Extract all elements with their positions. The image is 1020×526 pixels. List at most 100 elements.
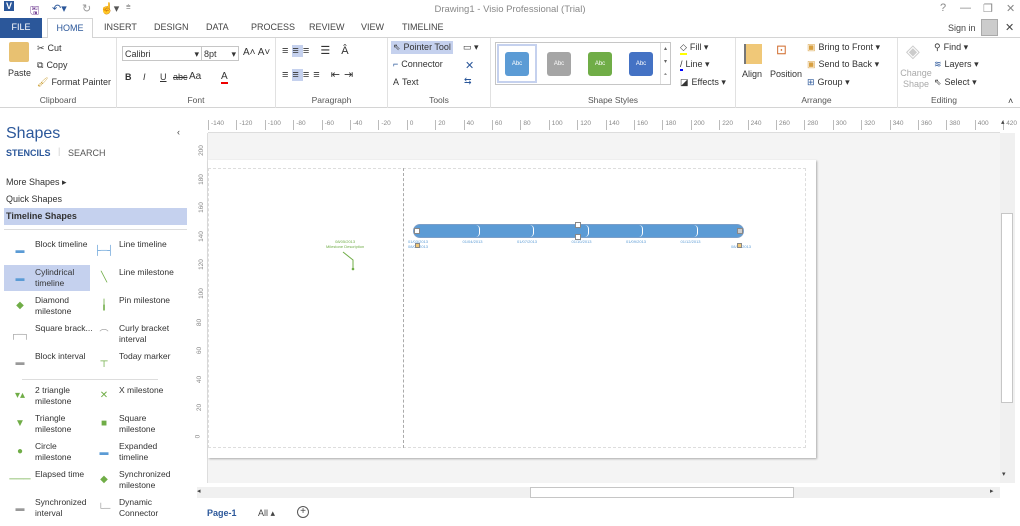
style-swatch[interactable]: Abc <box>505 52 529 76</box>
paste-button[interactable]: Paste <box>8 68 31 78</box>
effects-button[interactable]: Effects <box>692 77 719 87</box>
shape-item[interactable]: ◆ Diamond milestone <box>4 293 90 319</box>
help-button[interactable]: ? <box>940 2 946 14</box>
collapse-panel-icon[interactable]: ‹ <box>177 127 180 137</box>
stencils-tab[interactable]: STENCILS <box>6 148 51 158</box>
close-document-icon[interactable]: ✕ <box>1005 21 1014 34</box>
scroll-left-icon[interactable]: ◂ <box>197 487 201 495</box>
change-shape-button[interactable]: Change Shape <box>900 68 932 90</box>
style-swatch[interactable]: Abc <box>629 52 653 76</box>
scroll-down-icon[interactable]: ▾ <box>1002 470 1006 478</box>
shape-item[interactable]: ▾▴ 2 triangle milestone <box>4 383 90 409</box>
quick-styles-gallery[interactable]: Abc Abc Abc Abc ▴ ▾ ⩡ <box>495 42 671 85</box>
shape-item[interactable]: ╲ Line milestone <box>88 265 174 291</box>
shape-item[interactable]: ─── Elapsed time <box>4 467 90 493</box>
horizontal-align-icons[interactable]: ≡≡≡≡ ⇤⇥ <box>282 68 357 81</box>
pointer-tool-button[interactable]: Pointer Tool <box>404 42 451 52</box>
connector-button[interactable]: Connector <box>401 59 443 69</box>
all-pages-button[interactable]: All ▴ <box>258 508 275 519</box>
shape-item[interactable]: ▬ Synchronized interval <box>4 495 90 521</box>
bold-button[interactable]: B <box>125 72 132 82</box>
cut-button[interactable]: Cut <box>48 43 62 53</box>
format-painter-button[interactable]: Format Painter <box>51 77 111 87</box>
shape-item[interactable]: ▬ Block interval <box>4 349 90 375</box>
close-button[interactable]: ✕ <box>1006 2 1015 15</box>
search-tab[interactable]: SEARCH <box>68 148 106 158</box>
scroll-up-icon[interactable]: ▴ <box>1001 118 1005 126</box>
tab-insert[interactable]: INSERT <box>104 22 137 32</box>
selection-handle[interactable] <box>575 222 581 228</box>
timeline-end-handle[interactable] <box>737 228 743 234</box>
shape-item[interactable]: ├─┤ Line timeline <box>88 237 174 263</box>
shape-item[interactable]: └─ Dynamic Connector <box>88 495 174 521</box>
restore-button[interactable]: ❐ <box>983 2 993 15</box>
page-tab-page-1[interactable]: Page-1 <box>207 508 237 518</box>
milestone[interactable]: 08/05/2013 Milestone Description <box>326 239 364 249</box>
send-to-back-button[interactable]: Send to Back <box>819 59 873 69</box>
shape-item[interactable]: ▬ Cylindrical timeline <box>4 265 90 291</box>
tab-file[interactable]: FILE <box>0 18 42 38</box>
add-page-button[interactable]: + <box>297 506 309 518</box>
control-handle[interactable] <box>737 243 742 248</box>
style-swatch[interactable]: Abc <box>547 52 571 76</box>
shape-item[interactable]: ✕ X milestone <box>88 383 174 409</box>
shape-item[interactable]: ● Circle milestone <box>4 439 90 465</box>
align-button[interactable]: Align <box>742 69 762 79</box>
timeline-start-handle[interactable] <box>414 228 420 234</box>
connection-point-icon[interactable]: ⇆ <box>464 76 472 87</box>
shape-item[interactable]: ┬ Today marker <box>88 349 174 375</box>
paste-icon[interactable] <box>9 42 29 62</box>
find-button[interactable]: Find <box>944 42 962 52</box>
font-color-button[interactable]: A <box>221 71 228 84</box>
quick-shapes-item[interactable]: Quick Shapes <box>6 194 62 204</box>
shape-item[interactable]: ▬ Expanded timeline <box>88 439 174 465</box>
collapse-ribbon-icon[interactable]: ˄ <box>1008 96 1013 106</box>
horizontal-scrollbar[interactable]: ◂ ▸ <box>197 487 1000 498</box>
shape-item[interactable]: ◆ Synchronized milestone <box>88 467 174 493</box>
shape-item[interactable]: ┌─┐ Square brack... <box>4 321 92 347</box>
change-case-button[interactable]: Aa <box>189 71 201 82</box>
vertical-scroll-thumb[interactable] <box>1001 213 1013 403</box>
strikethrough-button[interactable]: abc <box>173 72 188 82</box>
line-button[interactable]: Line <box>686 59 703 69</box>
shape-item[interactable]: ▼ Triangle milestone <box>4 411 90 437</box>
font-name-select[interactable]: Calibri ▾ <box>122 46 202 61</box>
delete-connector-icon[interactable]: ✕ <box>465 59 474 72</box>
shape-item[interactable]: ▬ Block timeline <box>4 237 90 263</box>
tab-review[interactable]: REVIEW <box>309 22 345 32</box>
avatar[interactable] <box>981 19 998 36</box>
timeline-shapes-item[interactable]: Timeline Shapes <box>4 208 187 225</box>
drawing-page[interactable] <box>208 160 816 458</box>
control-handle[interactable] <box>415 243 420 248</box>
tab-design[interactable]: DESIGN <box>154 22 189 32</box>
select-button[interactable]: Select <box>945 77 970 87</box>
fill-button[interactable]: Fill <box>690 42 702 52</box>
shape-item[interactable]: ■ Square milestone <box>88 411 174 437</box>
sign-in-link[interactable]: Sign in <box>948 23 976 33</box>
position-button[interactable]: Position <box>770 69 802 79</box>
tab-view[interactable]: VIEW <box>361 22 384 32</box>
group-button[interactable]: Group <box>818 77 843 87</box>
tab-home[interactable]: HOME <box>47 18 93 39</box>
gallery-scroll[interactable]: ▴ ▾ ⩡ <box>660 43 670 84</box>
scroll-right-icon[interactable]: ▸ <box>990 487 994 495</box>
vertical-align-icons[interactable]: ≡≡≡ ☰ Â <box>282 44 353 57</box>
text-tool-button[interactable]: Text <box>402 77 419 87</box>
minimize-button[interactable]: — <box>960 2 971 14</box>
font-size-select[interactable]: 8pt ▾ <box>201 46 239 61</box>
more-shapes-item[interactable]: More Shapes ▸ <box>6 177 67 188</box>
layers-button[interactable]: Layers <box>945 59 972 69</box>
grow-font-icon[interactable]: A˄ A˅ <box>243 47 270 58</box>
underline-button[interactable]: U <box>160 72 167 82</box>
shape-item[interactable]: ╽ Pin milestone <box>88 293 174 319</box>
rectangle-tool-icon[interactable]: ▭ ▾ <box>463 42 479 53</box>
bring-to-front-button[interactable]: Bring to Front <box>819 42 874 52</box>
shape-item[interactable]: ⌒ Curly bracket interval <box>88 321 174 347</box>
vertical-scrollbar[interactable]: ▾ <box>1000 133 1015 483</box>
italic-button[interactable]: I <box>143 72 146 82</box>
tab-timeline[interactable]: TIMELINE <box>402 22 444 32</box>
horizontal-scroll-thumb[interactable] <box>530 487 794 498</box>
copy-button[interactable]: Copy <box>46 60 67 70</box>
tab-data[interactable]: DATA <box>206 22 229 32</box>
style-swatch[interactable]: Abc <box>588 52 612 76</box>
